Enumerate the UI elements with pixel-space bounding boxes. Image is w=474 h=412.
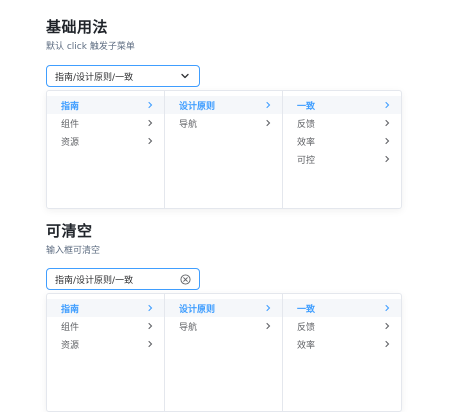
cascader-option[interactable]: 指南 (47, 96, 164, 114)
section-desc-clearable: 输入框可清空 (46, 246, 101, 256)
clear-icon[interactable] (179, 273, 191, 285)
chevron-right-icon (146, 340, 154, 348)
cascader-input-clearable[interactable]: 指南/设计原则/一致 (46, 268, 200, 290)
cascader-option[interactable]: 效率 (283, 335, 401, 353)
chevron-right-icon (383, 155, 391, 163)
cascader-value: 指南/设计原则/一致 (55, 72, 134, 83)
option-label: 设计原则 (179, 101, 216, 112)
option-label: 导航 (179, 322, 198, 333)
option-label: 指南 (61, 304, 80, 315)
section-title-clearable: 可清空 (46, 222, 93, 240)
option-label: 效率 (297, 340, 316, 351)
section-desc-basic: 默认 click 触发子菜单 (46, 42, 135, 52)
chevron-right-icon (383, 322, 391, 330)
cascader-option[interactable]: 一致 (283, 96, 401, 114)
cascader-option[interactable]: 可控 (283, 150, 401, 168)
cascader-option[interactable]: 组件 (47, 114, 164, 132)
cascader-option[interactable]: 组件 (47, 317, 164, 335)
chevron-right-icon (264, 304, 272, 312)
chevron-right-icon (264, 119, 272, 127)
section-title-basic: 基础用法 (46, 18, 109, 36)
cascader-value: 指南/设计原则/一致 (55, 275, 134, 286)
chevron-right-icon (146, 322, 154, 330)
option-label: 反馈 (297, 322, 316, 333)
cascader-option[interactable]: 设计原则 (165, 299, 282, 317)
option-label: 可控 (297, 155, 316, 166)
option-label: 效率 (297, 137, 316, 148)
cascader-option[interactable]: 一致 (283, 299, 401, 317)
chevron-down-icon[interactable] (179, 70, 191, 82)
cascader-panel-basic: 指南 组件 资源 设计原则 导航 一致 反馈 效率 可控 (46, 90, 402, 209)
chevron-right-icon (264, 101, 272, 109)
option-label: 反馈 (297, 119, 316, 130)
cascader-menu-level-2: 设计原则 导航 (165, 294, 283, 411)
option-label: 一致 (297, 304, 316, 315)
cascader-option[interactable]: 资源 (47, 132, 164, 150)
cascader-menu-level-2: 设计原则 导航 (165, 91, 283, 208)
option-label: 资源 (61, 137, 80, 148)
cascader-panel-clearable: 指南 组件 资源 设计原则 导航 一致 反馈 效率 (46, 293, 402, 412)
chevron-right-icon (146, 101, 154, 109)
chevron-right-icon (146, 119, 154, 127)
chevron-right-icon (383, 101, 391, 109)
cascader-menu-level-1: 指南 组件 资源 (47, 91, 165, 208)
chevron-right-icon (383, 137, 391, 145)
cascader-menu-level-3: 一致 反馈 效率 可控 (283, 91, 401, 208)
cascader-input-basic[interactable]: 指南/设计原则/一致 (46, 65, 200, 87)
option-label: 组件 (61, 119, 80, 130)
cascader-option[interactable]: 反馈 (283, 317, 401, 335)
chevron-right-icon (383, 340, 391, 348)
chevron-right-icon (383, 304, 391, 312)
cascader-option[interactable]: 资源 (47, 335, 164, 353)
chevron-right-icon (264, 322, 272, 330)
chevron-right-icon (146, 304, 154, 312)
option-label: 设计原则 (179, 304, 216, 315)
cascader-option[interactable]: 效率 (283, 132, 401, 150)
chevron-right-icon (383, 119, 391, 127)
option-label: 组件 (61, 322, 80, 333)
cascader-option[interactable]: 指南 (47, 299, 164, 317)
option-label: 导航 (179, 119, 198, 130)
option-label: 一致 (297, 101, 316, 112)
cascader-option[interactable]: 设计原则 (165, 96, 282, 114)
cascader-option[interactable]: 导航 (165, 114, 282, 132)
cascader-menu-level-3: 一致 反馈 效率 (283, 294, 401, 411)
cascader-option[interactable]: 反馈 (283, 114, 401, 132)
option-label: 指南 (61, 101, 80, 112)
cascader-option[interactable]: 导航 (165, 317, 282, 335)
chevron-right-icon (146, 137, 154, 145)
option-label: 资源 (61, 340, 80, 351)
cascader-menu-level-1: 指南 组件 资源 (47, 294, 165, 411)
